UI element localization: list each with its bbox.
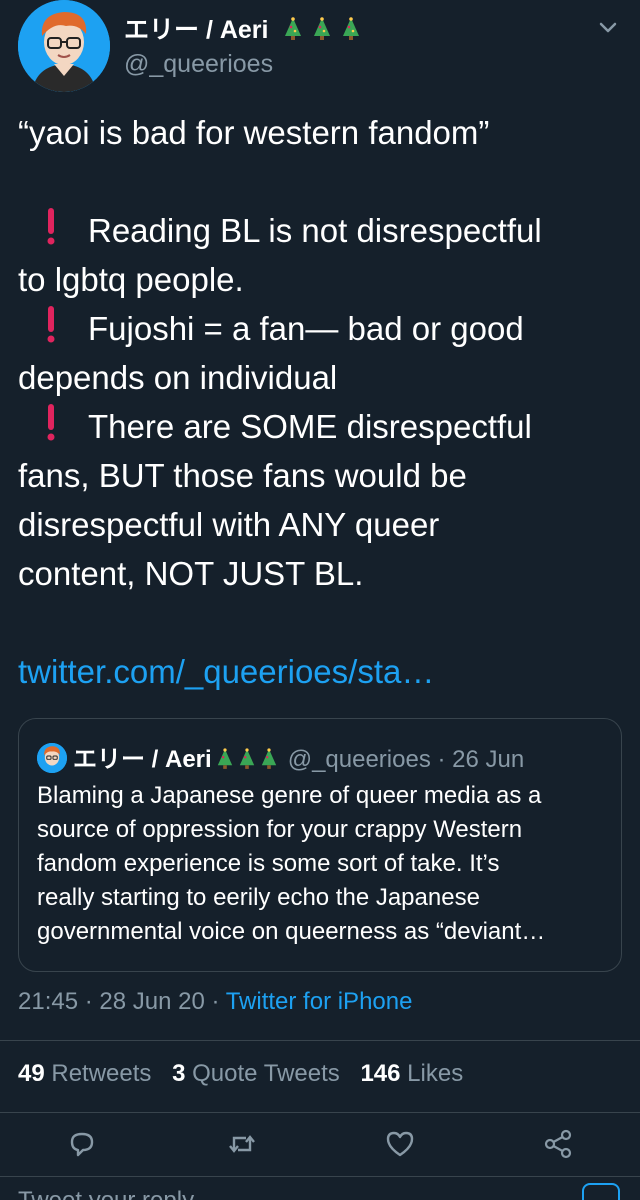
quote-tweets-stat[interactable]: 3 Quote Tweets bbox=[172, 1060, 340, 1087]
quoted-author-avatar bbox=[37, 743, 67, 773]
christmas-tree-icon bbox=[217, 748, 232, 769]
christmas-tree-icon bbox=[343, 17, 360, 40]
author-display-name[interactable]: エリー / Aeri bbox=[124, 10, 361, 46]
exclamation-icon bbox=[47, 306, 55, 343]
point-3-line-1: There are SOME disrespectful bbox=[18, 402, 622, 451]
likes-label: Likes bbox=[407, 1060, 464, 1087]
share-icon[interactable] bbox=[542, 1128, 574, 1160]
exclamation-icon bbox=[47, 208, 55, 245]
quoted-text-line: really starting to eerily echo the Japan… bbox=[37, 884, 480, 911]
quote-tweets-label: Quote Tweets bbox=[192, 1060, 340, 1087]
camera-icon[interactable] bbox=[582, 1183, 620, 1200]
point-2-line-1: Fujoshi = a fan— bad or good bbox=[18, 304, 622, 353]
tweet-detail-screen: エリー / Aeri @_queerioes “yaoi is bad for … bbox=[0, 0, 640, 1200]
likes-count: 146 bbox=[360, 1060, 401, 1087]
point-3-line-2: fans, BUT those fans would be bbox=[18, 457, 467, 494]
christmas-tree-icon bbox=[239, 748, 254, 769]
quoted-tweet-header: エリー / Aeri @_queerioes · 26 Jun bbox=[37, 739, 524, 774]
reply-icon[interactable] bbox=[66, 1128, 98, 1160]
christmas-tree-icon bbox=[314, 17, 331, 40]
retweets-count: 49 bbox=[18, 1060, 45, 1087]
christmas-tree-icon bbox=[261, 748, 276, 769]
point-3-line-3: disrespectful with ANY queer bbox=[18, 506, 440, 543]
christmas-tree-icon bbox=[285, 17, 302, 40]
quoted-text-line: fandom experience is some sort of take. … bbox=[37, 850, 500, 877]
christmas-tree-emojis bbox=[274, 16, 361, 44]
reply-input-placeholder[interactable]: Tweet your reply bbox=[18, 1187, 194, 1200]
tweet-actions-bar bbox=[0, 1124, 640, 1172]
avatar-illustration-icon bbox=[37, 743, 67, 773]
quoted-text-line: Blaming a Japanese genre of queer media … bbox=[37, 782, 542, 809]
author-name-text: エリー / Aeri bbox=[124, 16, 269, 44]
reply-composer-bar[interactable]: Tweet your reply bbox=[0, 1176, 640, 1200]
tweet-stats: 49 Retweets 3 Quote Tweets 146 Likes bbox=[18, 1060, 477, 1088]
quoted-tweet-card[interactable]: エリー / Aeri @_queerioes · 26 Jun Blaming a… bbox=[18, 718, 622, 972]
divider bbox=[0, 1040, 640, 1041]
point-2-line-2: depends on individual bbox=[18, 359, 338, 396]
tweet-header: エリー / Aeri @_queerioes bbox=[18, 0, 622, 96]
quoted-handle-date: @_queerioes · 26 Jun bbox=[287, 746, 525, 773]
tweet-text: “yaoi is bad for western fandom” Reading… bbox=[18, 108, 622, 696]
quoted-tweet-text: Blaming a Japanese genre of queer media … bbox=[37, 779, 607, 949]
likes-stat[interactable]: 146 Likes bbox=[360, 1060, 463, 1087]
tweet-title-line: “yaoi is bad for western fandom” bbox=[18, 114, 490, 151]
point-3-line-4: content, NOT JUST BL. bbox=[18, 555, 364, 592]
point-1-line-1: Reading BL is not disrespectful bbox=[18, 206, 622, 255]
chevron-down-icon[interactable] bbox=[594, 14, 622, 42]
divider bbox=[0, 1112, 640, 1113]
retweets-label: Retweets bbox=[51, 1060, 152, 1087]
retweets-stat[interactable]: 49 Retweets bbox=[18, 1060, 151, 1087]
retweet-icon[interactable] bbox=[226, 1128, 258, 1160]
quoted-text-line: governmental voice on queerness as “devi… bbox=[37, 918, 546, 945]
point-1-line-2: to lgbtq people. bbox=[18, 261, 244, 298]
tweet-timestamp: 21:45 · 28 Jun 20 · bbox=[18, 988, 226, 1015]
avatar-illustration-icon bbox=[18, 0, 110, 92]
author-handle[interactable]: @_queerioes bbox=[124, 50, 273, 79]
exclamation-icon bbox=[47, 404, 55, 441]
tweet-source-link[interactable]: Twitter for iPhone bbox=[226, 988, 413, 1015]
tweet-link[interactable]: twitter.com/_queerioes/sta… bbox=[18, 647, 622, 696]
quoted-author-name: エリー / Aeri bbox=[73, 746, 212, 773]
quote-tweets-count: 3 bbox=[172, 1060, 186, 1087]
like-heart-icon[interactable] bbox=[384, 1128, 416, 1160]
tweet-meta: 21:45 · 28 Jun 20 · Twitter for iPhone bbox=[18, 988, 412, 1016]
author-avatar[interactable] bbox=[18, 0, 110, 92]
quoted-text-line: source of oppression for your crappy Wes… bbox=[37, 816, 523, 843]
